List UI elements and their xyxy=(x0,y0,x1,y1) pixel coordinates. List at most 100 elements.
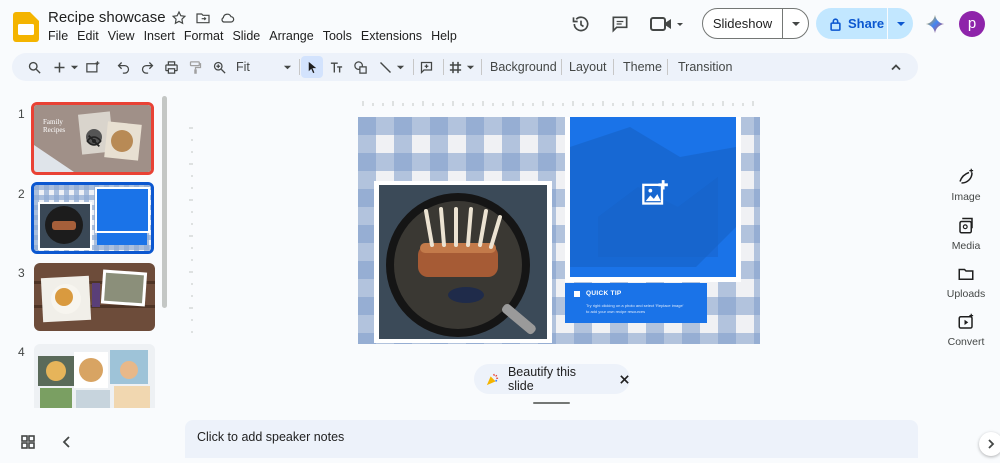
side-panel-media[interactable]: Media xyxy=(940,217,992,252)
hidden-eye-icon xyxy=(86,135,102,147)
side-panel-toggle[interactable] xyxy=(979,432,1000,456)
new-slide-button[interactable] xyxy=(52,58,79,76)
hash-grid-icon xyxy=(449,61,462,73)
slide-thumbnail-1[interactable]: Family Recipes xyxy=(31,102,154,175)
slideshow-button[interactable]: Slideshow xyxy=(702,8,809,39)
menu-arrange[interactable]: Arrange xyxy=(269,29,318,43)
paint-roller-icon xyxy=(189,60,202,74)
add-comment-icon xyxy=(420,61,433,74)
speaker-notes-placeholder: Click to add speaker notes xyxy=(197,430,345,444)
gemini-icon[interactable] xyxy=(925,14,945,34)
slide-thumbnail-4[interactable] xyxy=(34,344,155,408)
text-box-icon xyxy=(330,61,343,72)
filmstrip-scrollbar[interactable] xyxy=(162,96,167,308)
slide-thumbnail-3[interactable] xyxy=(34,263,155,331)
zoom-button[interactable] xyxy=(212,58,227,76)
menu-tools[interactable]: Tools xyxy=(323,29,357,43)
add-image-icon[interactable] xyxy=(641,179,669,207)
chevron-down-icon xyxy=(283,65,292,69)
add-slide-icon xyxy=(86,60,100,72)
menu-slide[interactable]: Slide xyxy=(232,29,265,43)
toolbar-divider xyxy=(443,59,444,75)
menu-file[interactable]: File xyxy=(48,29,73,43)
share-label: Share xyxy=(848,16,885,31)
redo-button[interactable] xyxy=(140,58,155,76)
new-slide-layout-button[interactable] xyxy=(85,58,100,76)
beautify-slide-chip[interactable]: Beautify this slide xyxy=(474,364,630,394)
print-button[interactable] xyxy=(164,58,179,76)
side-panel-image[interactable]: Image xyxy=(940,168,992,203)
search-menus-button[interactable] xyxy=(27,58,42,76)
user-avatar[interactable]: p xyxy=(959,11,985,37)
undo-icon xyxy=(117,61,130,74)
menu-insert[interactable]: Insert xyxy=(144,29,180,43)
star-icon[interactable] xyxy=(171,10,187,26)
comments-icon[interactable] xyxy=(610,14,630,34)
side-panel-uploads[interactable]: Uploads xyxy=(940,265,992,300)
slide-number: 3 xyxy=(18,266,25,280)
menu-view[interactable]: View xyxy=(108,29,140,43)
slides-logo-icon[interactable] xyxy=(13,12,39,42)
insert-comment-button[interactable] xyxy=(419,58,434,76)
line-tool-button[interactable] xyxy=(378,58,405,76)
convert-video-icon xyxy=(958,313,974,329)
plus-icon xyxy=(54,62,65,72)
move-folder-icon[interactable] xyxy=(195,10,211,26)
print-icon xyxy=(165,60,178,74)
toolbar-divider xyxy=(667,59,668,75)
theme-button[interactable]: Theme xyxy=(623,58,662,76)
transition-button[interactable]: Transition xyxy=(678,58,732,76)
chevron-down-icon xyxy=(396,65,405,69)
menu-extensions[interactable]: Extensions xyxy=(361,29,427,43)
grid-view-icon[interactable] xyxy=(20,434,36,450)
quick-tip-title: QUICK TIP xyxy=(586,290,622,297)
slideshow-label: Slideshow xyxy=(703,9,783,38)
toolbar-divider xyxy=(561,59,562,75)
toolbar-divider xyxy=(613,59,614,75)
layout-button[interactable]: Layout xyxy=(569,58,607,76)
notes-resize-handle[interactable] xyxy=(533,402,570,404)
paint-format-button[interactable] xyxy=(188,58,203,76)
grid-view-button[interactable] xyxy=(448,58,475,76)
background-button[interactable]: Background xyxy=(490,58,557,76)
speaker-notes-area[interactable]: Click to add speaker notes xyxy=(185,420,918,458)
slide-2-preview xyxy=(34,185,151,251)
meet-camera-icon[interactable] xyxy=(650,14,684,34)
chevron-down-icon xyxy=(466,65,475,69)
collapse-toolbar-button[interactable] xyxy=(890,58,902,76)
select-tool-button[interactable] xyxy=(301,56,323,78)
search-icon xyxy=(28,61,41,74)
line-icon xyxy=(380,61,391,73)
slide-number: 1 xyxy=(18,107,25,121)
chevron-right-icon xyxy=(988,439,995,449)
media-icon xyxy=(959,217,973,234)
zoom-icon xyxy=(213,61,226,74)
shapes-icon xyxy=(354,60,367,74)
text-box-button[interactable] xyxy=(329,58,344,76)
toolbar-divider xyxy=(299,59,300,75)
zoom-select[interactable]: Fit xyxy=(236,58,292,76)
slide-1-title-line2: Recipes xyxy=(43,126,66,135)
folder-icon xyxy=(958,268,974,280)
cursor-arrow-icon xyxy=(308,61,316,73)
undo-button[interactable] xyxy=(116,58,131,76)
cloud-status-icon[interactable] xyxy=(219,10,235,26)
share-options-button[interactable] xyxy=(888,19,913,29)
slideshow-options-button[interactable] xyxy=(783,19,808,29)
document-title[interactable]: Recipe showcase xyxy=(48,9,166,26)
close-icon[interactable] xyxy=(619,374,630,385)
menu-format[interactable]: Format xyxy=(184,29,229,43)
version-history-icon[interactable] xyxy=(571,14,591,34)
menu-edit[interactable]: Edit xyxy=(77,29,104,43)
slide-number: 2 xyxy=(18,187,25,201)
collapse-filmstrip-icon[interactable] xyxy=(60,434,74,450)
shape-button[interactable] xyxy=(353,58,368,76)
slide-3-preview xyxy=(34,263,155,331)
chevron-down-icon xyxy=(791,21,800,26)
share-button[interactable]: Share xyxy=(816,8,913,39)
slide-thumbnail-2[interactable] xyxy=(31,182,154,254)
quick-tip-body-line2: to add your own recipe resources xyxy=(586,308,646,314)
menu-help[interactable]: Help xyxy=(431,29,462,43)
slide-2-canvas[interactable]: QUICK TIP Try right clicking on a photo … xyxy=(358,117,760,344)
side-panel-convert[interactable]: Convert xyxy=(940,313,992,348)
